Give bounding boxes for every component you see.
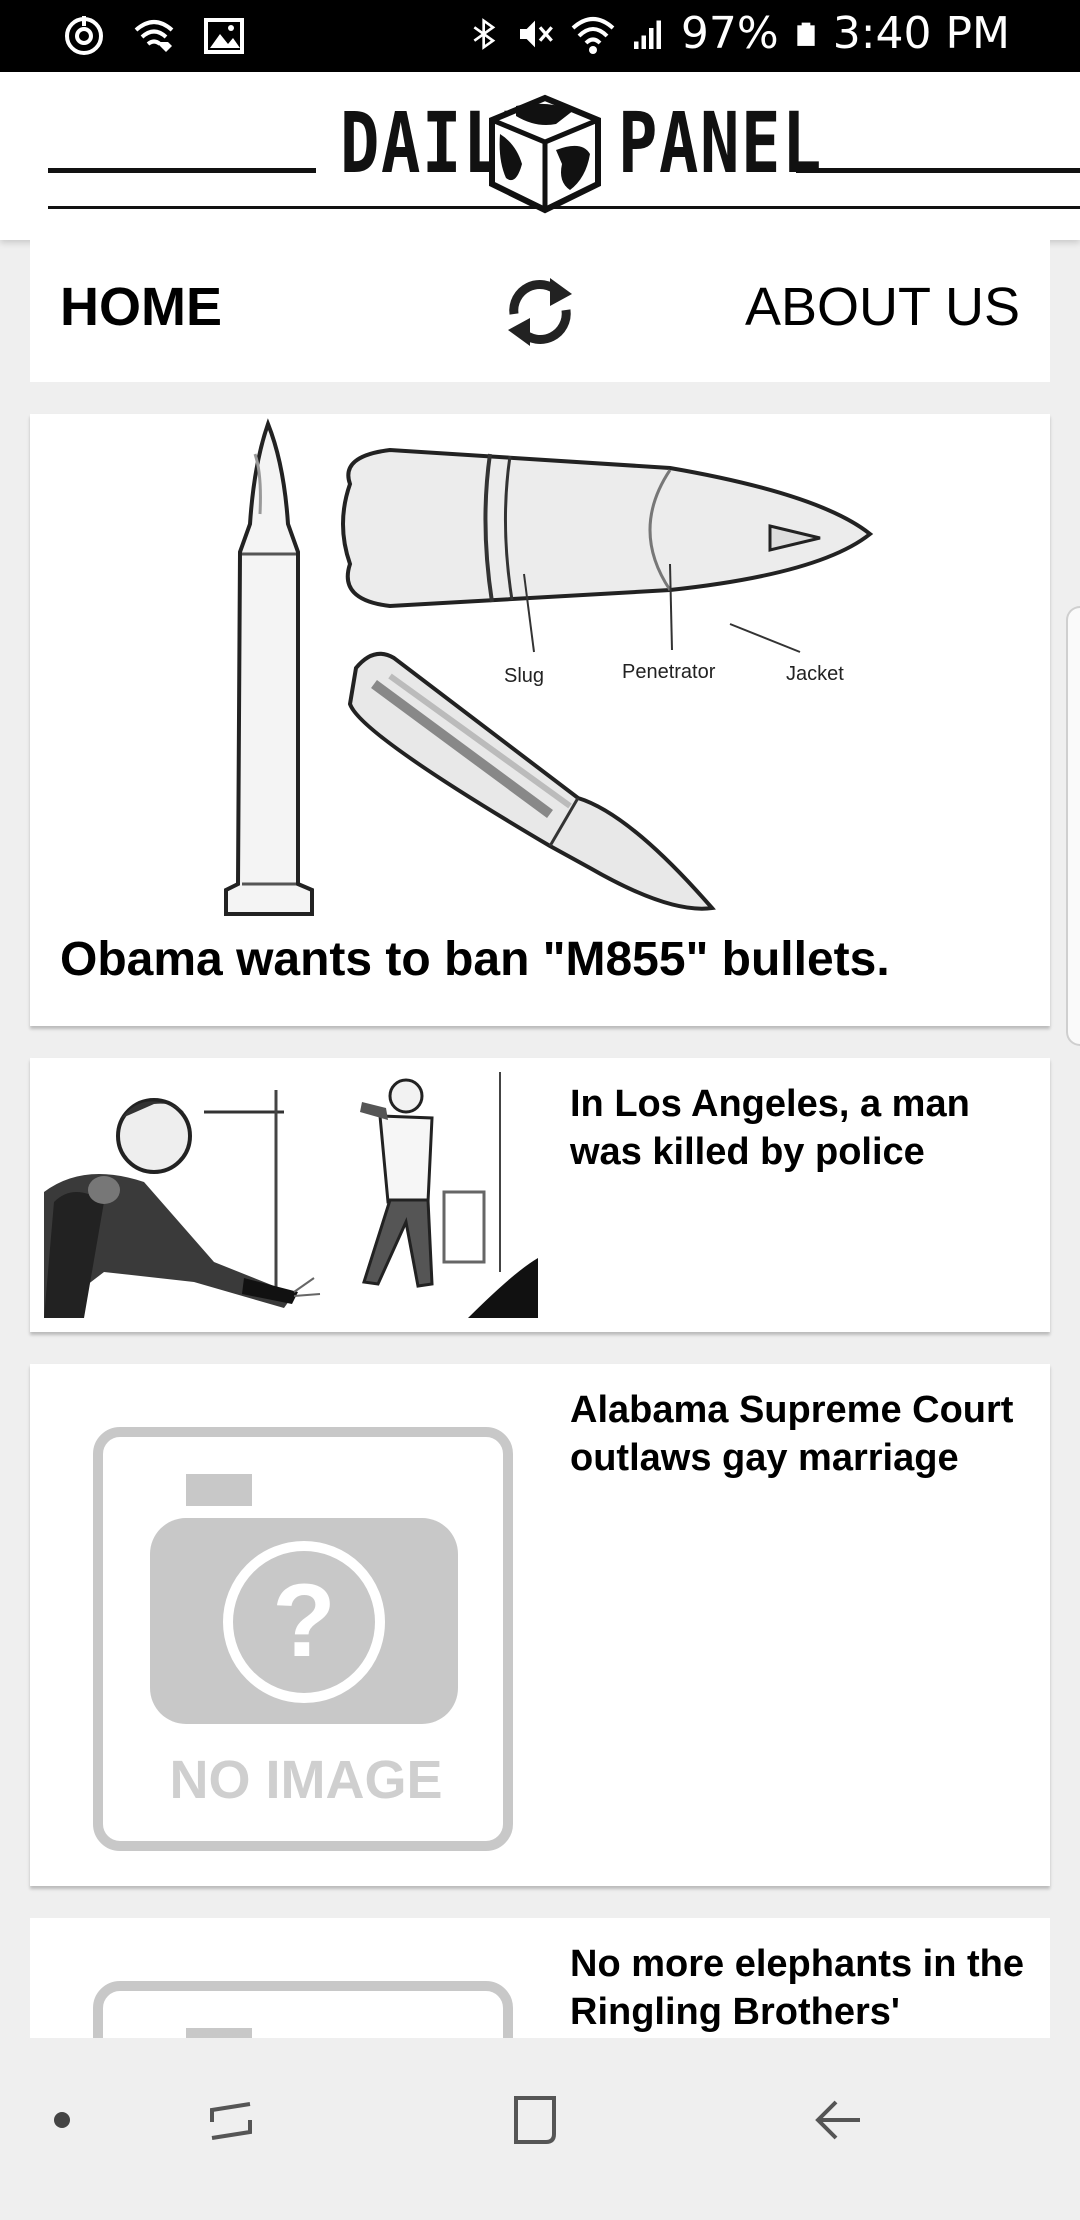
article-card[interactable]: In Los Angeles, a man was killed by poli… <box>30 1058 1050 1332</box>
article-card[interactable]: ? NO IMAGE Alabama Supreme Court outlaws… <box>30 1364 1050 1886</box>
article-title: In Los Angeles, a man was killed by poli… <box>570 1083 970 1173</box>
status-bar: 97% 3:40 PM <box>0 0 1080 72</box>
image-icon <box>204 18 244 54</box>
article-thumbnail <box>44 1072 538 1318</box>
refresh-icon[interactable] <box>500 270 580 354</box>
clock: 3:40 PM <box>832 8 1010 59</box>
wifi-call-icon <box>134 20 174 52</box>
back-icon[interactable] <box>810 2096 864 2146</box>
no-image-label: NO IMAGE <box>169 1750 442 1810</box>
label-slug: Slug <box>504 665 544 687</box>
home-link[interactable]: HOME <box>60 276 222 338</box>
label-jacket: Jacket <box>786 663 844 685</box>
article-card[interactable]: No more elephants in the Ringling Brothe… <box>30 1918 1050 2038</box>
dot-icon[interactable] <box>52 2110 72 2130</box>
logo-rule-right <box>796 168 1080 173</box>
no-image-placeholder <box>44 1932 538 2038</box>
article-title: No more elephants in the Ringling Brothe… <box>570 1943 1024 2033</box>
recent-apps-icon[interactable] <box>204 2094 258 2148</box>
about-us-link[interactable]: ABOUT US <box>745 276 1020 338</box>
wifi-icon <box>571 16 615 54</box>
no-image-placeholder: ? NO IMAGE <box>44 1378 538 1872</box>
signal-icon <box>633 20 661 49</box>
app-header: DAILY PANEL <box>0 72 1080 240</box>
featured-article-title: Obama wants to ban "M855" bullets. <box>60 933 890 986</box>
globe-cube-logo-icon <box>489 94 601 214</box>
top-nav: HOME ABOUT US <box>30 240 1050 382</box>
featured-article-card[interactable]: Slug Penetrator Jacket Obama wants to ba… <box>30 414 1050 1026</box>
bluetooth-icon <box>473 17 496 50</box>
logo-text-right: PANEL <box>618 94 824 192</box>
svg-text:?: ? <box>272 1563 336 1679</box>
article-title: Alabama Supreme Court outlaws gay marria… <box>570 1389 1014 1479</box>
logo-rule-left <box>48 168 316 173</box>
battery-percent: 97% <box>680 8 779 59</box>
home-icon[interactable] <box>508 2092 562 2148</box>
label-penetrator: Penetrator <box>622 661 716 683</box>
mute-icon <box>519 20 553 47</box>
featured-article-image: Slug Penetrator Jacket <box>224 418 874 916</box>
system-navigation-bar <box>0 2044 1080 2220</box>
sync-icon <box>65 16 103 55</box>
edge-panel-handle[interactable] <box>1066 606 1080 1046</box>
battery-icon <box>797 22 815 46</box>
